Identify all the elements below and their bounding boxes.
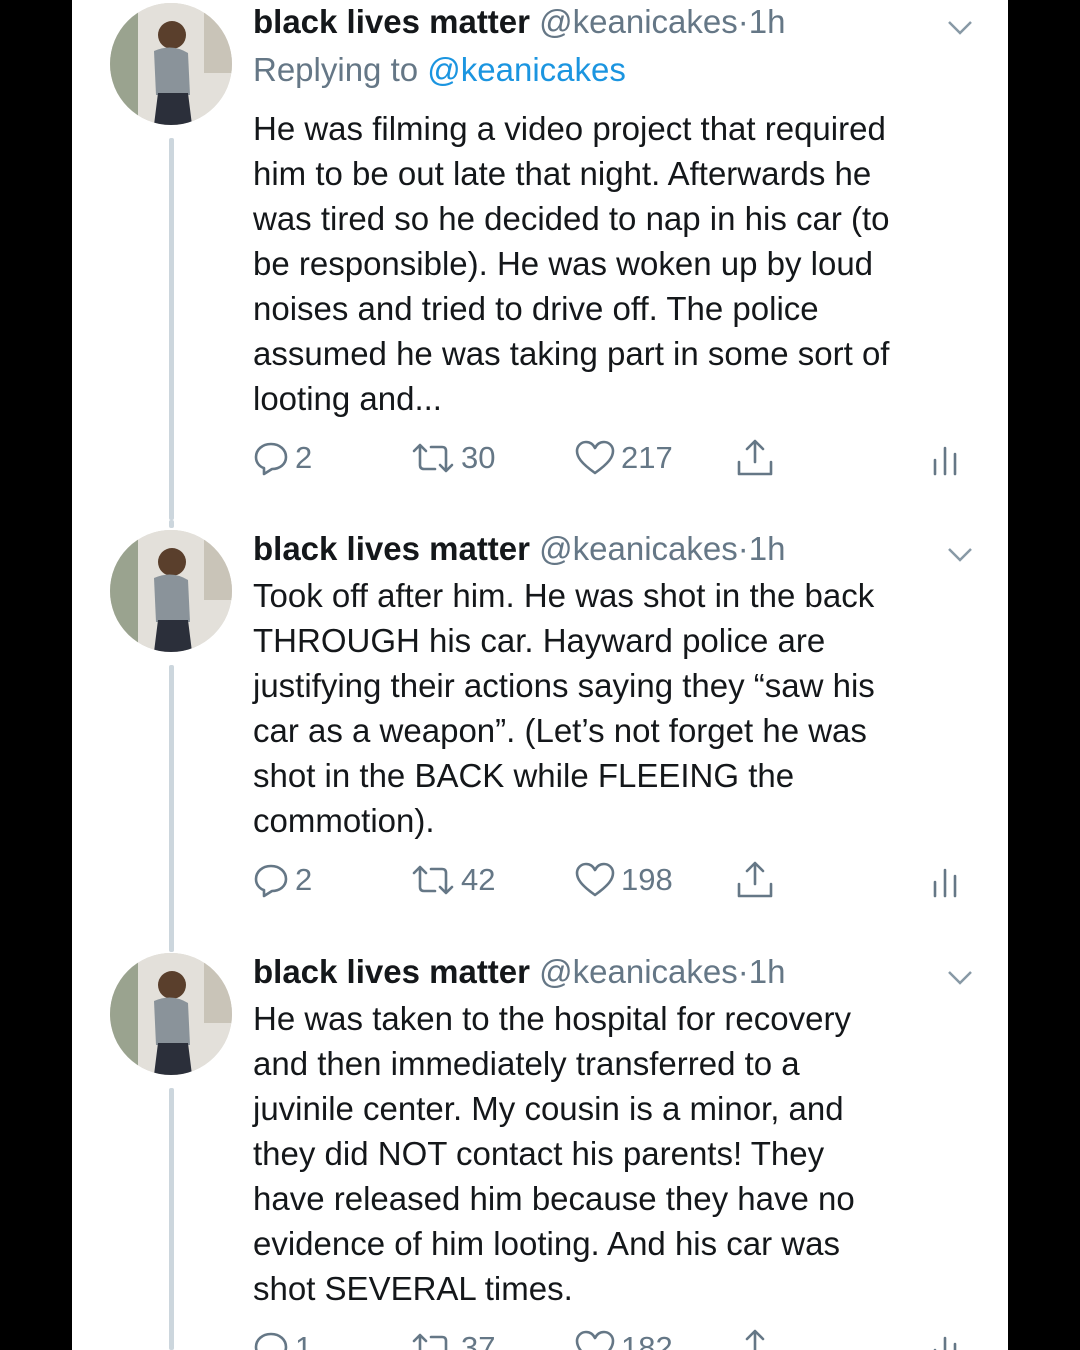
reply-count: 2 [295,440,313,475]
thread-line [169,138,174,520]
tweet-thread: black lives matter @keanicakes·1h Replyi… [72,0,1008,1350]
separator: · [737,953,749,990]
tweet-text: He was taken to the hospital for recover… [253,1000,855,1307]
share-button[interactable] [735,436,775,480]
analytics-icon [933,1336,957,1350]
thread-line [169,1088,174,1350]
analytics-icon [933,446,957,476]
display-name[interactable]: black lives matter [253,953,530,990]
user-handle[interactable]: @keanicakes [539,953,738,990]
heart-icon [575,862,615,897]
reply-button[interactable]: 1 [253,1326,312,1350]
retweet-count: 42 [461,862,496,897]
thread-line [169,944,174,952]
replying-label: Replying to [253,51,419,88]
reply-icon [254,442,288,476]
reply-icon [254,1332,288,1350]
user-handle[interactable]: @keanicakes [539,530,738,567]
timestamp[interactable]: 1h [749,3,786,40]
thread-line [169,665,174,947]
analytics-icon [933,868,957,898]
replying-handle-link[interactable]: @keanicakes [427,51,626,88]
reply-count: 2 [295,862,313,897]
share-icon [745,1329,765,1350]
user-handle[interactable]: @keanicakes [539,3,738,40]
tweet-header: black lives matter @keanicakes·1h [253,0,1008,44]
separator: · [737,3,749,40]
action-bar: 2 42 198 [253,858,973,902]
avatar[interactable] [110,530,232,652]
like-button[interactable]: 198 [575,858,673,902]
replying-to: Replying to @keanicakes [253,48,626,92]
display-name[interactable]: black lives matter [253,3,530,40]
timestamp[interactable]: 1h [749,953,786,990]
share-icon [737,861,773,898]
retweet-count: 30 [461,440,496,475]
retweet-icon [412,865,454,895]
chevron-down-icon[interactable] [946,8,974,52]
separator: · [737,530,749,567]
retweet-button[interactable]: 30 [411,436,495,480]
tweet[interactable]: black lives matter @keanicakes·1h He was… [72,944,1008,1350]
like-count: 217 [621,440,673,475]
like-count: 198 [621,862,673,897]
tweet[interactable]: black lives matter @keanicakes·1h Replyi… [72,0,1008,520]
tweet-text: He was filming a video project that requ… [253,110,890,417]
avatar[interactable] [110,953,232,1075]
share-button[interactable] [735,858,775,902]
tweet-header: black lives matter @keanicakes·1h [253,527,1008,571]
reply-count: 1 [295,1330,313,1350]
action-bar: 2 30 217 [253,436,973,480]
action-bar: 1 37 182 [253,1326,973,1350]
analytics-button[interactable] [931,436,961,480]
heart-icon [575,1330,615,1350]
retweet-count: 37 [461,1330,496,1350]
retweet-button[interactable]: 37 [411,1326,495,1350]
timestamp[interactable]: 1h [749,530,786,567]
like-button[interactable]: 182 [575,1326,673,1350]
tweet-header: black lives matter @keanicakes·1h [253,950,1008,994]
reply-icon [254,864,288,898]
tweet-text: Took off after him. He was shot in the b… [253,577,875,839]
analytics-button[interactable] [931,858,961,902]
reply-button[interactable]: 2 [253,436,312,480]
retweet-button[interactable]: 42 [411,858,495,902]
thread-line [169,520,174,528]
tweet[interactable]: black lives matter @keanicakes·1h Took o… [72,520,1008,947]
heart-icon [575,440,615,475]
analytics-button[interactable] [931,1326,961,1350]
avatar[interactable] [110,3,232,125]
reply-button[interactable]: 2 [253,858,312,902]
share-icon [737,439,773,476]
retweet-icon [412,1333,448,1350]
retweet-icon [412,443,454,473]
display-name[interactable]: black lives matter [253,530,530,567]
like-count: 182 [621,1330,673,1350]
share-button[interactable] [735,1326,775,1350]
like-button[interactable]: 217 [575,436,673,480]
